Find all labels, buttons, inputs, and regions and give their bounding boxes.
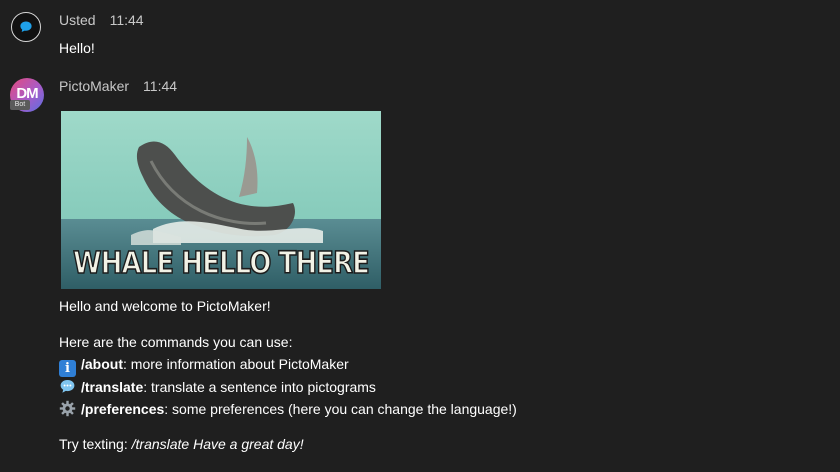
command-name[interactable]: /about — [81, 356, 123, 372]
chat-bubble-icon — [20, 21, 32, 32]
gear-icon — [59, 400, 76, 417]
gif-caption: WHALE HELLO THERE — [73, 246, 369, 281]
message-header: PictoMaker 11:44 — [59, 78, 177, 94]
command-desc: : translate a sentence into pictograms — [143, 379, 376, 395]
command-desc: : some preferences (here you can change … — [164, 401, 517, 417]
message-time: 11:44 — [109, 12, 144, 28]
message-time: 11:44 — [143, 78, 178, 94]
whale-gif-image[interactable]: WHALE HELLO THERE — [61, 111, 381, 289]
speech-balloon-icon — [59, 378, 76, 395]
bot-badge: Bot — [10, 100, 30, 110]
sender-name[interactable]: Usted — [59, 12, 96, 28]
command-name[interactable]: /preferences — [81, 401, 164, 417]
user-avatar[interactable] — [11, 12, 41, 42]
message-text: Hello! — [59, 40, 95, 56]
try-prefix: Try texting: — [59, 436, 132, 452]
try-example[interactable]: /translate Have a great day! — [132, 436, 304, 452]
sender-name[interactable]: PictoMaker — [59, 78, 129, 94]
command-name[interactable]: /translate — [81, 379, 143, 395]
command-preferences: /preferences: some preferences (here you… — [59, 400, 517, 417]
try-texting: Try texting: /translate Have a great day… — [59, 436, 304, 452]
welcome-text: Hello and welcome to PictoMaker! — [59, 298, 271, 314]
information-icon: i — [59, 360, 76, 377]
command-translate: /translate: translate a sentence into pi… — [59, 378, 376, 395]
message-header: Usted 11:44 — [59, 12, 144, 28]
command-desc: : more information about PictoMaker — [123, 356, 349, 372]
commands-intro: Here are the commands you can use: — [59, 334, 293, 350]
command-about: i/about: more information about PictoMak… — [59, 356, 349, 377]
whale-illustration: WHALE HELLO THERE — [61, 111, 381, 289]
